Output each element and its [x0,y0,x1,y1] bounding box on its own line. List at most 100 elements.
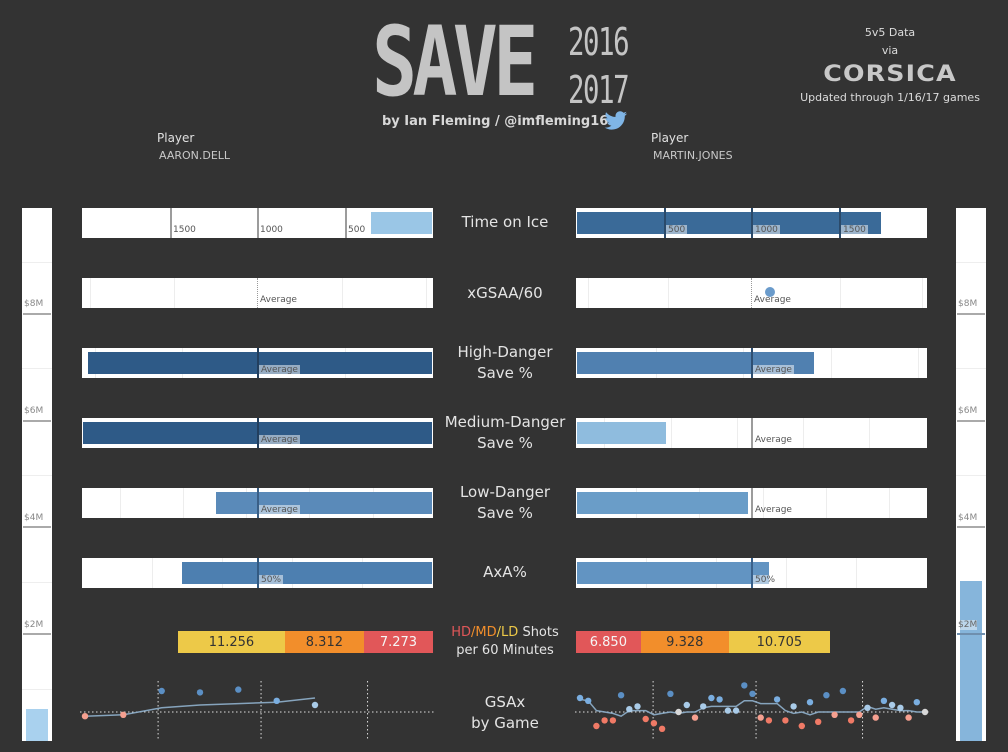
gsax-point[interactable] [864,704,871,711]
gsax-point[interactable] [585,697,592,704]
gsax-point[interactable] [683,701,690,709]
gsax-point[interactable] [601,717,608,724]
left-axa-panel: 50% [82,558,433,588]
right-player-label: Player [651,131,689,145]
right-axa-bar[interactable] [577,562,769,584]
right-ld-bar[interactable] [577,492,748,514]
right-xgsaa-panel: Average [576,278,927,308]
gsax-point[interactable] [658,725,666,732]
left-toi-panel: 1500 1000 500 [82,208,433,238]
right-salary-bar[interactable] [960,581,982,741]
gsax-point[interactable] [273,697,280,704]
gsax-point[interactable] [732,707,740,714]
gsax-point[interactable] [839,687,847,695]
gsax-point[interactable] [716,696,723,703]
corsica-logo[interactable]: CORSICA [787,62,994,87]
gsax-point[interactable] [667,690,674,697]
gsax-point[interactable] [700,703,707,710]
left-hd-shots[interactable]: 7.273 [363,631,433,653]
page-title: SAVE [372,6,538,118]
left-axa-bar[interactable] [182,562,432,584]
gridline [840,278,841,308]
gsax-point[interactable] [806,699,814,706]
gsax-point[interactable] [650,720,658,727]
gsax-point[interactable] [823,692,830,699]
gsax-point[interactable] [642,715,649,723]
right-toi-panel: 500 1000 1500 [576,208,927,238]
gsax-point[interactable] [757,714,764,721]
salary-tick: $6M [958,406,978,416]
left-player-label: Player [157,131,195,145]
left-player-select[interactable]: AARON.DELL [159,149,230,162]
gsax-point[interactable] [634,703,641,710]
average-label: Average [753,365,794,375]
gsax-point[interactable] [196,689,204,696]
gsax-point[interactable] [741,682,748,689]
gsax-point[interactable] [724,707,732,714]
gridline [174,278,175,308]
right-ld-shots[interactable]: 10.705 [728,631,830,653]
gsax-point[interactable] [905,714,912,721]
gridline [120,488,121,518]
gsax-point[interactable] [831,711,838,718]
twitter-bird-icon[interactable] [604,111,628,131]
gsax-point[interactable] [235,686,242,693]
average-label: Average [259,505,300,515]
source-line-1: 5v5 Data [864,26,916,39]
gridline [152,558,153,588]
gridline [588,278,589,308]
gsax-point[interactable] [773,696,781,703]
gsax-point[interactable] [708,694,715,702]
gridline [856,558,857,588]
gsax-point[interactable] [81,713,89,720]
gsax-point[interactable] [888,701,896,709]
gsax-point[interactable] [120,711,127,718]
left-ld-shots[interactable]: 11.256 [178,631,285,653]
gsax-point[interactable] [691,714,699,721]
cumulative-line [84,697,316,717]
left-ld-bar[interactable] [216,492,432,514]
right-md-shots[interactable]: 9.328 [640,631,729,653]
gridline [803,418,804,448]
toi-tick: 500 [348,225,366,235]
gsax-point[interactable] [593,722,600,730]
gsax-title-line2: by Game [471,714,539,732]
md-label: MD [475,625,497,640]
gsax-point[interactable] [872,714,879,721]
gsax-point[interactable] [897,704,904,711]
gsax-point[interactable] [798,722,805,730]
right-hd-shots[interactable]: 6.850 [576,631,641,653]
gsax-point[interactable] [856,711,863,718]
gsax-point[interactable] [311,701,319,709]
toi-tick: 1500 [173,225,196,235]
metric-label-line: Save % [477,364,533,382]
left-md-shots[interactable]: 8.312 [284,631,364,653]
gsax-point[interactable] [576,694,584,702]
salary-ref-line [957,633,985,635]
right-md-bar[interactable] [577,422,666,444]
gsax-point[interactable] [675,708,682,716]
gridline [918,348,919,378]
gsax-point[interactable] [782,717,789,724]
gsax-point[interactable] [913,699,920,706]
source-line-2: via [881,44,899,57]
gsax-point[interactable] [921,708,929,716]
right-toi-bar[interactable] [577,212,881,234]
gsax-point[interactable] [158,687,165,695]
gsax-point[interactable] [790,703,797,710]
salary-tick: $8M [958,299,978,309]
gsax-point[interactable] [815,718,822,725]
left-toi-bar[interactable] [371,212,432,234]
right-player-select[interactable]: MARTIN.JONES [653,149,733,162]
salary-tick: $2M [958,620,978,630]
gsax-point[interactable] [847,717,855,724]
gsax-point[interactable] [626,706,633,713]
left-salary-bar[interactable] [26,709,48,741]
gsax-point[interactable] [880,697,888,704]
gsax-point[interactable] [765,717,773,724]
salary-tick: $2M [24,620,44,630]
gsax-point[interactable] [617,692,625,699]
gsax-point[interactable] [749,690,756,697]
gsax-point[interactable] [609,717,617,724]
metric-label-line: Medium-Danger [444,413,566,431]
